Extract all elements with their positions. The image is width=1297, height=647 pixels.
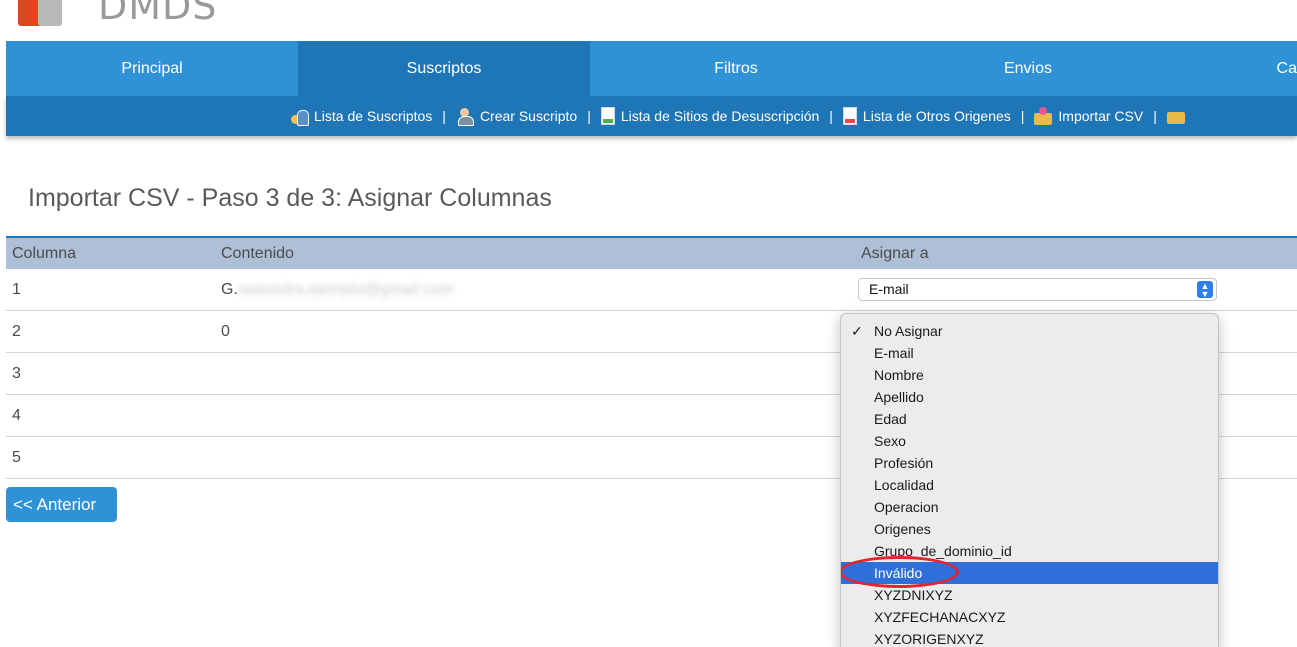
users-icon [290,107,309,126]
option-no-asignar[interactable]: ✓ No Asignar [841,320,1218,342]
tab-envios[interactable]: Envios [882,41,1174,96]
option-label: Localidad [874,477,934,493]
option-profesion[interactable]: Profesión [841,452,1218,474]
tab-principal[interactable]: Principal [6,41,298,96]
tab-label: Principal [121,59,183,77]
option-edad[interactable]: Edad [841,408,1218,430]
option-xyzorigenxyz[interactable]: XYZORIGENXYZ [841,628,1218,647]
tab-label: Ca [1276,59,1297,77]
subnav-separator: | [587,108,591,124]
chevron-updown-icon: ▲ ▼ [1197,281,1213,299]
option-xyzfechanacxyz[interactable]: XYZFECHANACXYZ [841,606,1218,628]
option-operacion[interactable]: Operacion [841,496,1218,518]
header-contenido: Contenido [221,244,294,262]
green-document-icon [600,107,615,125]
option-label: Sexo [874,433,906,449]
option-label: XYZDNIXYZ [874,587,953,603]
main-nav: Principal Suscriptos Filtros Envios Ca [6,41,1297,96]
subnav-otros-origenes[interactable]: Lista de Otros Origenes [842,107,1011,125]
option-label: E-mail [874,345,914,361]
logo-mark-icon [18,0,62,26]
cell-content: G.saavedra.ejemplo@gmail.com [215,281,861,299]
option-label: Origenes [874,521,931,537]
option-label: Grupo_de_dominio_id [874,543,1012,559]
subnav-separator: | [1153,108,1157,124]
folder-icon[interactable] [1166,107,1185,125]
logo: DMDS [18,0,217,26]
subnav-separator: | [829,108,833,124]
option-label: Inválido [874,565,923,581]
option-email[interactable]: E-mail [841,342,1218,364]
page-title: Importar CSV - Paso 3 de 3: Asignar Colu… [28,184,552,212]
table-header: Columna Contenido Asignar a [6,238,1297,269]
assign-dropdown-menu: ✓ No Asignar E-mail Nombre Apellido Edad … [840,313,1219,647]
option-xyzdnixyz[interactable]: XYZDNIXYZ [841,584,1218,606]
subnav-label: Lista de Sitios de Desuscripción [620,108,820,124]
subnav-label: Importar CSV [1058,108,1144,124]
option-sexo[interactable]: Sexo [841,430,1218,452]
option-grupo-de-dominio-id[interactable]: Grupo_de_dominio_id [841,540,1218,562]
subnav-label: Crear Suscripto [479,108,578,124]
red-document-icon [842,107,857,125]
cell-content: 0 [221,322,230,340]
content-visible: G. [221,280,238,298]
option-label: Nombre [874,367,924,383]
option-apellido[interactable]: Apellido [841,386,1218,408]
tab-cut-off[interactable]: Ca [1174,41,1297,96]
option-origenes[interactable]: Origenes [841,518,1218,540]
option-nombre[interactable]: Nombre [841,364,1218,386]
subnav-separator: | [442,108,446,124]
option-label: Edad [874,411,907,427]
cell-column: 3 [12,364,21,382]
option-label: Profesión [874,455,934,471]
cell-column: 4 [12,406,21,424]
previous-button[interactable]: << Anterior [6,487,117,522]
assign-select-row-1[interactable]: E-mail ▲ ▼ [858,278,1217,301]
tab-suscriptos[interactable]: Suscriptos [298,41,590,96]
option-label: XYZORIGENXYZ [874,631,984,647]
add-user-icon [456,107,474,126]
subnav-separator: | [1020,108,1025,124]
select-value: E-mail [869,281,909,297]
header-asignar: Asignar a [861,244,929,262]
checkmark-icon: ✓ [851,323,863,339]
option-label: No Asignar [874,323,943,339]
cell-column: 5 [12,448,21,466]
option-label: Operacion [874,499,939,515]
tab-filtros[interactable]: Filtros [590,41,882,96]
header-columna: Columna [12,244,77,262]
subnav-label: Lista de Otros Origenes [862,108,1011,124]
subnav-label: Lista de Suscriptos [314,108,433,124]
tab-label: Suscriptos [406,59,482,77]
cell-column: 1 [12,280,21,298]
sub-nav: Lista de Suscriptos | Crear Suscripto | … [6,96,1297,136]
logo-text: DMDS [98,0,218,28]
tab-label: Envios [1003,59,1053,77]
option-label: Apellido [874,389,924,405]
subnav-lista-suscriptos[interactable]: Lista de Suscriptos [290,107,433,126]
import-icon [1034,107,1053,125]
option-localidad[interactable]: Localidad [841,474,1218,496]
cell-column: 2 [12,322,21,340]
subnav-sitios-desuscripcion[interactable]: Lista de Sitios de Desuscripción [600,107,820,125]
content-redacted: saavedra.ejemplo@gmail.com [237,280,454,298]
option-label: XYZFECHANACXYZ [874,609,1006,625]
subnav-importar-csv[interactable]: Importar CSV [1034,107,1143,125]
subnav-crear-suscripto[interactable]: Crear Suscripto [456,107,578,126]
tab-label: Filtros [714,59,758,77]
option-invalido[interactable]: Inválido [841,556,1218,588]
